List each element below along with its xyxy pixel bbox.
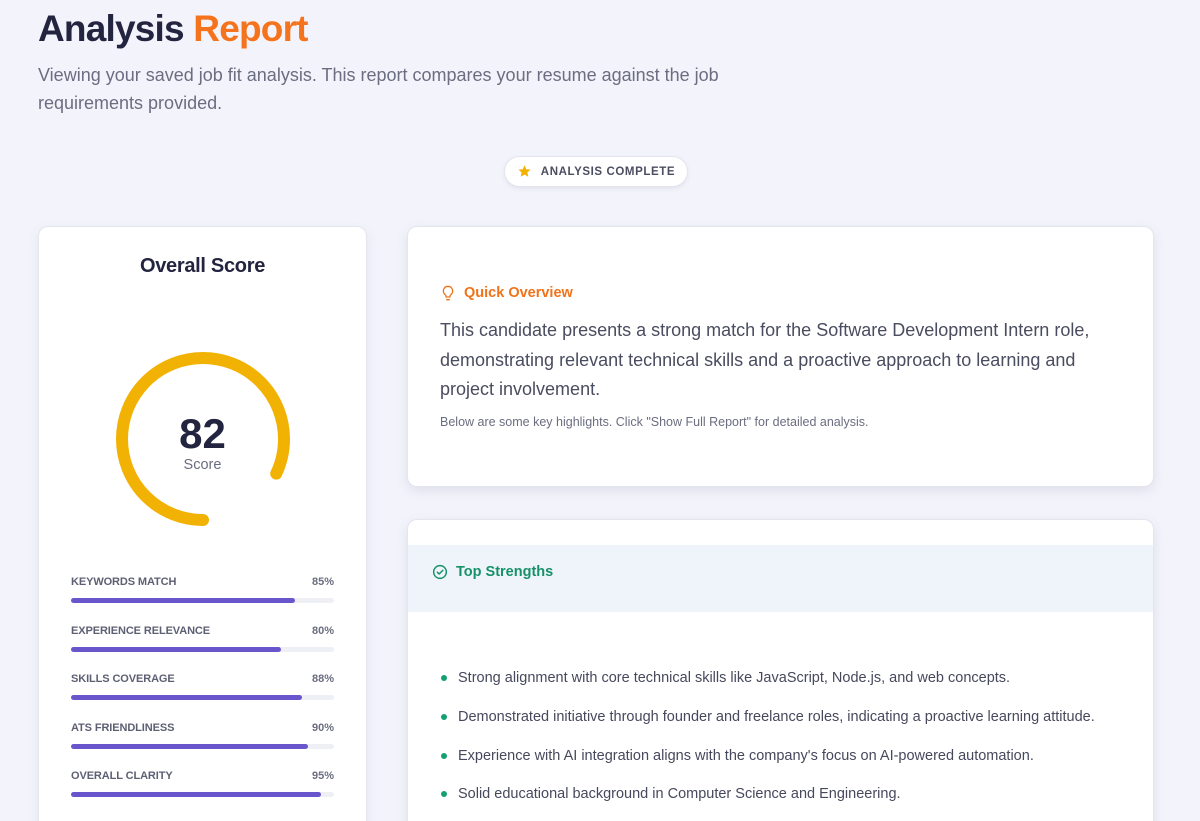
metric-percent: 95% — [311, 770, 334, 782]
metric-bar-track — [71, 646, 334, 652]
metric-bar-track — [71, 598, 334, 603]
metric-row: KEYWORDS MATCH 85% — [71, 575, 334, 624]
metric-name: OVERALL CLARITY — [71, 770, 173, 782]
strength-item: Strong alignment with core technical ski… — [440, 668, 1095, 707]
metric-bar-fill — [71, 646, 282, 652]
analysis-status-badge: ANALYSIS COMPLETE — [504, 156, 688, 187]
overall-score-card: Overall Score 82 Score KEYWORDS MATCH 85%… — [38, 226, 367, 821]
metric-row: EXPERIENCE RELEVANCE 80% — [71, 624, 334, 673]
metric-bar-fill — [71, 743, 308, 749]
metric-row: OVERALL CLARITY 95% — [71, 769, 334, 818]
metric-header: SKILLS COVERAGE 88% — [71, 672, 334, 686]
metrics-list: KEYWORDS MATCH 85% EXPERIENCE RELEVANCE 80%… — [71, 575, 334, 818]
metric-percent: 85% — [311, 576, 334, 588]
top-strengths-heading: Top Strengths — [432, 564, 553, 580]
metric-bar-fill — [71, 695, 303, 700]
status-label: ANALYSIS COMPLETE — [540, 165, 676, 178]
page-title-main: Analysis — [38, 8, 185, 49]
metric-header: ATS FRIENDLINESS 90% — [71, 721, 334, 735]
strength-item: Demonstrated initiative through founder … — [440, 707, 1095, 746]
page-subtitle: Viewing your saved job fit analysis. Thi… — [38, 65, 719, 113]
metric-row: SKILLS COVERAGE 88% — [71, 672, 334, 721]
score-label: Score — [183, 457, 222, 473]
metric-bar-track — [71, 695, 334, 700]
metric-name: SKILLS COVERAGE — [71, 673, 175, 685]
metric-name: EXPERIENCE RELEVANCE — [71, 624, 210, 637]
overview-summary: This candidate presents a strong match f… — [440, 320, 1090, 399]
strength-item: Solid educational background in Computer… — [440, 784, 1095, 821]
star-icon — [518, 165, 531, 177]
quick-overview-card: Quick Overview This candidate presents a… — [407, 226, 1154, 487]
metric-bar-track — [71, 792, 334, 797]
quick-overview-title: Quick Overview — [464, 285, 573, 301]
score-value: 82 — [179, 410, 226, 457]
quick-overview-heading: Quick Overview — [440, 285, 573, 301]
metric-name: ATS FRIENDLINESS — [71, 721, 175, 734]
metric-header: KEYWORDS MATCH 85% — [71, 575, 334, 589]
metric-bar-fill — [71, 792, 321, 797]
strengths-list: Strong alignment with core technical ski… — [440, 668, 1095, 821]
metric-bar-track — [71, 743, 334, 749]
metric-percent: 90% — [311, 721, 334, 734]
score-card-title: Overall Score — [139, 255, 266, 277]
top-strengths-card: Top Strengths Strong alignment with core… — [407, 519, 1154, 821]
strength-item: Experience with AI integration aligns wi… — [440, 746, 1095, 785]
page-title: Analysis Report — [38, 8, 309, 50]
page-title-accent: Report — [193, 8, 308, 49]
check-circle-icon — [432, 564, 448, 580]
metric-header: OVERALL CLARITY 95% — [71, 769, 334, 783]
lightbulb-icon — [442, 285, 454, 301]
metric-bar-fill — [71, 598, 295, 603]
metric-name: KEYWORDS MATCH — [71, 576, 177, 588]
top-strengths-title: Top Strengths — [456, 564, 554, 580]
metric-row: ATS FRIENDLINESS 90% — [71, 721, 334, 770]
metric-header: EXPERIENCE RELEVANCE 80% — [71, 624, 334, 638]
metric-percent: 88% — [311, 673, 334, 685]
metric-percent: 80% — [311, 624, 334, 637]
overview-note: Below are some key highlights. Click "Sh… — [440, 415, 869, 429]
